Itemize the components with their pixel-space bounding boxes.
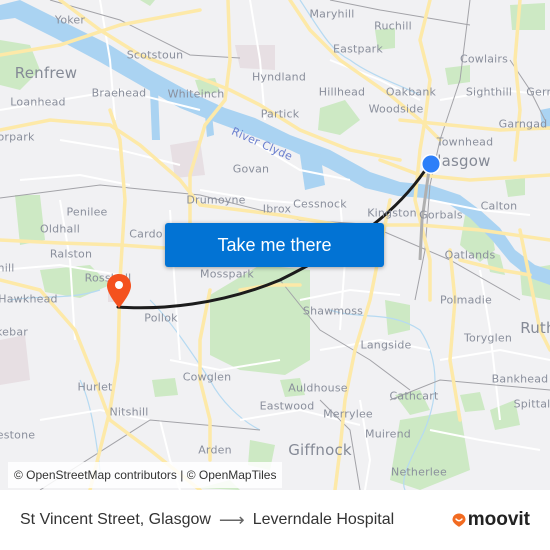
place-label-loanhead: Loanhead (10, 95, 66, 109)
place-label-drumoyne: Drumoyne (186, 193, 246, 207)
place-label-bankhead: Bankhead (491, 372, 549, 386)
place-label-maryhill: Maryhill (309, 7, 355, 21)
place-label-muirend: Muirend (365, 427, 411, 441)
place-label-garngad: Garngad (498, 117, 548, 131)
place-label-braehead: Braehead (91, 86, 147, 100)
place-label-netherlee: Netherlee (391, 465, 447, 479)
place-label-shawmoss: Shawmoss (302, 304, 364, 318)
place-label-eastpark: Eastpark (333, 42, 383, 56)
place-label-moorpark: orpark (0, 130, 35, 144)
place-label-oakbank: Oakbank (385, 85, 437, 99)
place-label-cowglen: Cowglen (182, 370, 232, 384)
place-label-woodside: Woodside (368, 102, 424, 116)
place-label-toryglen: Toryglen (464, 331, 512, 345)
place-label-mosspark: Mosspark (200, 267, 254, 281)
place-label-darnley: estone (0, 428, 36, 442)
moovit-logo[interactable]: moovit (452, 490, 530, 550)
place-label-penilee: Penilee (66, 205, 108, 219)
place-label-spittal: Spittal (513, 397, 550, 411)
place-label-sighthill: Sighthill (465, 85, 513, 99)
place-label-hillhead: Hillhead (318, 85, 366, 99)
map-attribution[interactable]: © OpenStreetMap contributors | © OpenMap… (8, 462, 283, 488)
arrow-right-icon: ⟶ (218, 509, 245, 530)
place-label-pollok: Pollok (144, 311, 178, 325)
destination-pin-icon[interactable] (105, 272, 133, 310)
place-label-whiteinch: Whiteinch (167, 87, 225, 101)
place-label-townhead: Townhead (436, 135, 494, 149)
place-label-cathcart: Cathcart (389, 389, 439, 403)
place-label-crookston: hill (0, 261, 15, 275)
place-label-govan: Govan (232, 162, 270, 176)
place-label-partick: Partick (260, 107, 300, 121)
place-label-scotstoun: Scotstoun (126, 48, 184, 62)
place-label-cessnock: Cessnock (293, 197, 347, 211)
place-label-yoker: Yoker (54, 13, 86, 27)
place-label-hurlet: Hurlet (77, 380, 113, 394)
place-label-arden: Arden (198, 443, 232, 457)
place-label-eastwood: Eastwood (259, 399, 315, 413)
place-label-gorbals: Gorbals (419, 208, 463, 222)
place-label-langside: Langside (360, 338, 412, 352)
place-label-merrylee: Merrylee (323, 407, 373, 421)
place-label-hyndland: Hyndland (251, 70, 307, 84)
place-label-polmadie: Polmadie (440, 293, 492, 307)
place-label-kingston: Kingston (367, 206, 417, 220)
place-label-ibrox: Ibrox (262, 202, 292, 216)
place-label-cardonald: Cardo (129, 227, 163, 241)
place-label-germiston: Gern (526, 85, 550, 99)
place-label-calton: Calton (480, 199, 518, 213)
place-label-oatlands: Oatlands (444, 248, 496, 262)
place-label-rutherglen: Ruth (520, 319, 550, 337)
place-label-brookebar: kebar (0, 325, 28, 339)
place-label-ruchill: Ruchill (374, 19, 412, 33)
route-summary: St Vincent Street, Glasgow ⟶ Leverndale … (20, 490, 394, 550)
place-label-renfrew: Renfrew (14, 64, 78, 82)
place-label-hawkhead: Hawkhead (0, 292, 58, 306)
origin-name: St Vincent Street, Glasgow (20, 511, 211, 528)
place-label-nitshill: Nitshill (109, 405, 149, 419)
place-label-ralston: Ralston (49, 247, 93, 261)
destination-name: Leverndale Hospital (252, 511, 395, 528)
place-label-cowlairs: Cowlairs (459, 52, 509, 66)
take-me-there-button[interactable]: Take me there (165, 223, 384, 267)
origin-marker-icon[interactable] (420, 153, 442, 175)
moovit-wordmark: moovit (467, 509, 530, 530)
place-label-giffnock: Giffnock (288, 441, 352, 459)
place-label-oldhall: Oldhall (40, 222, 80, 236)
footer-bar: St Vincent Street, Glasgow ⟶ Leverndale … (0, 490, 550, 550)
map[interactable]: Yoker Scotstoun Renfrew Braehead Whiteinch Lo… (0, 0, 550, 490)
moovit-pin-icon (452, 513, 466, 527)
place-label-auldhouse: Auldhouse (288, 381, 348, 395)
